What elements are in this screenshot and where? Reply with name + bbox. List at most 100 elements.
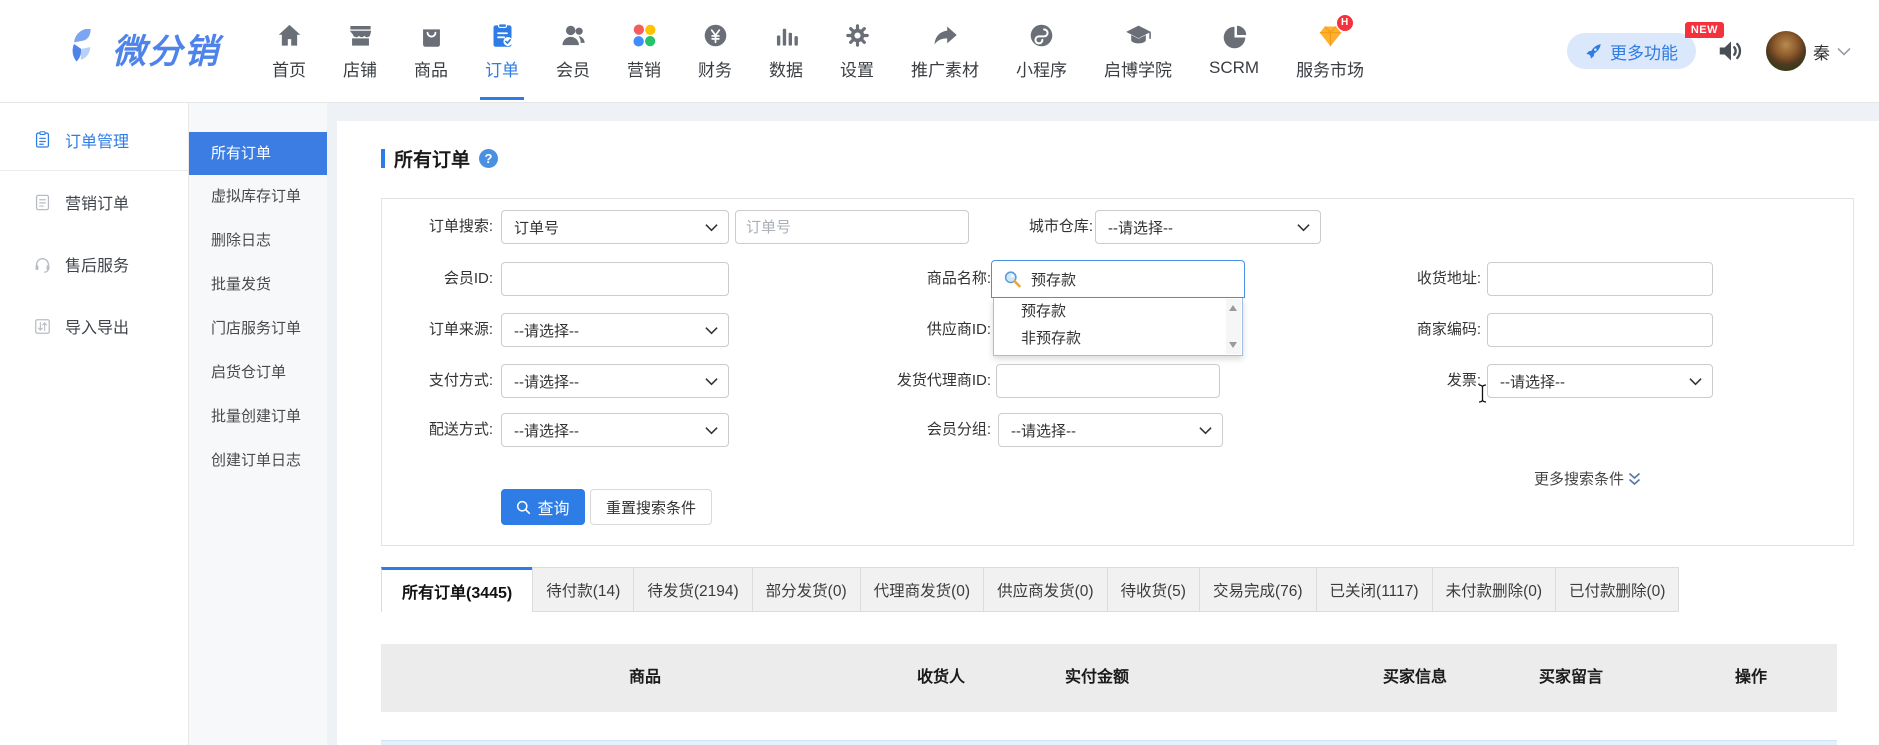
city-warehouse-select[interactable]: --请选择-- (1095, 210, 1321, 244)
col-paid-amount: 实付金额 (1065, 644, 1129, 712)
sidebar-item-import-export[interactable]: 导入导出 (0, 295, 188, 357)
tab-all-orders[interactable]: 所有订单(3445) (381, 567, 533, 612)
dropdown-option[interactable]: 预存款 (994, 298, 1242, 325)
invoice-label: 发票: (1301, 364, 1481, 398)
announcement-speaker-icon[interactable] (1716, 36, 1746, 66)
hot-badge: H (1337, 15, 1353, 31)
nav-item-promo-material[interactable]: 推广素材 (897, 0, 993, 102)
sidebar-item-after-sales[interactable]: 售后服务 (0, 233, 188, 295)
submenu-item-create-order-log[interactable]: 创建订单日志 (189, 439, 327, 483)
nav-item-finance[interactable]: 财务 (684, 0, 746, 102)
import-export-icon (33, 317, 52, 336)
chevron-down-icon (705, 426, 718, 435)
merchant-code-label: 商家编码: (1301, 313, 1481, 347)
member-group-select[interactable]: --请选择-- (998, 413, 1223, 447)
order-row-top-strip (381, 740, 1837, 745)
top-navigation-bar: 微分销 首页 店铺 商品 订单 会员 (0, 0, 1879, 103)
search-icon (516, 500, 531, 515)
home-icon (276, 22, 303, 49)
nav-item-members[interactable]: 会员 (542, 0, 604, 102)
rocket-icon (1585, 43, 1602, 60)
nav-item-service-market[interactable]: H 服务市场 (1282, 0, 1378, 102)
order-source-label: 订单来源: (382, 313, 493, 347)
submenu-item-qibo-warehouse-orders[interactable]: 启货仓订单 (189, 351, 327, 395)
tab-pending-shipment[interactable]: 待发货(2194) (633, 567, 752, 612)
order-clipboard-icon (489, 22, 516, 49)
reset-search-button[interactable]: 重置搜索条件 (590, 489, 712, 525)
nav-item-scrm[interactable]: SCRM (1195, 0, 1273, 102)
order-source-select[interactable]: --请选择-- (501, 313, 729, 347)
submenu-item-virtual-stock-orders[interactable]: 虚拟库存订单 (189, 175, 327, 219)
magnifier-icon (1002, 269, 1022, 289)
user-menu[interactable]: 秦 (1766, 31, 1851, 71)
scroll-down-arrow[interactable] (1229, 342, 1237, 348)
finance-yuan-icon (702, 22, 729, 49)
invoice-select[interactable]: --请选择-- (1487, 364, 1713, 398)
member-group-label: 会员分组: (801, 413, 991, 447)
ship-agent-id-label: 发货代理商ID: (801, 364, 991, 398)
chevron-down-icon (1199, 426, 1212, 435)
tab-unpaid-deleted[interactable]: 未付款删除(0) (1432, 567, 1556, 612)
delivery-method-select[interactable]: --请选择-- (501, 413, 729, 447)
new-badge: NEW (1685, 22, 1724, 38)
pay-method-select[interactable]: --请选择-- (501, 364, 729, 398)
nav-item-home[interactable]: 首页 (258, 0, 320, 102)
text-cursor (1476, 383, 1489, 409)
more-features-button[interactable]: 更多功能 NEW (1567, 33, 1696, 69)
tab-closed[interactable]: 已关闭(1117) (1316, 567, 1433, 612)
title-accent-bar (381, 149, 385, 168)
query-button[interactable]: 查询 (501, 489, 585, 525)
submenu-item-delete-log[interactable]: 删除日志 (189, 219, 327, 263)
receiver-address-label: 收货地址: (1301, 262, 1481, 296)
order-no-input[interactable] (735, 210, 969, 244)
dropdown-scrollbar[interactable] (1226, 299, 1241, 354)
document-icon (33, 193, 52, 212)
scroll-up-arrow[interactable] (1229, 305, 1237, 311)
nav-item-orders[interactable]: 订单 (471, 0, 533, 102)
order-submenu: 所有订单 虚拟库存订单 删除日志 批量发货 门店服务订单 启货仓订单 批量创建订… (189, 103, 327, 745)
delivery-method-label: 配送方式: (382, 413, 493, 447)
nav-item-products[interactable]: 商品 (400, 0, 462, 102)
col-actions: 操作 (1735, 644, 1767, 712)
submenu-item-batch-shipping[interactable]: 批量发货 (189, 263, 327, 307)
tab-supplier-shipment[interactable]: 供应商发货(0) (983, 567, 1107, 612)
submenu-item-batch-create-orders[interactable]: 批量创建订单 (189, 395, 327, 439)
logo-text: 微分销 (112, 24, 220, 73)
tab-completed[interactable]: 交易完成(76) (1199, 567, 1317, 612)
dropdown-option[interactable]: 非预存款 (994, 325, 1242, 352)
more-search-conditions-link[interactable]: 更多搜索条件 (1534, 468, 1641, 489)
submenu-item-all-orders[interactable]: 所有订单 (189, 132, 327, 175)
help-icon[interactable]: ? (479, 149, 498, 168)
nav-item-settings[interactable]: 设置 (826, 0, 888, 102)
member-id-input[interactable] (501, 262, 729, 296)
nav-item-mini-program[interactable]: 小程序 (1002, 0, 1081, 102)
merchant-code-input[interactable] (1487, 313, 1713, 347)
page-title: 所有订单 ? (381, 146, 498, 170)
tab-partial-shipment[interactable]: 部分发货(0) (752, 567, 861, 612)
sidebar: 订单管理 营销订单 售后服务 导入导出 (0, 103, 189, 745)
marketing-icon (631, 22, 658, 49)
order-search-type-select[interactable]: 订单号 (501, 210, 729, 244)
chevron-down-icon (705, 377, 718, 386)
receiver-address-input[interactable] (1487, 262, 1713, 296)
ship-agent-id-input[interactable] (996, 364, 1220, 398)
sidebar-item-order-management[interactable]: 订单管理 (0, 109, 188, 171)
tab-paid-deleted[interactable]: 已付款删除(0) (1555, 567, 1679, 612)
brand-logo[interactable]: 微分销 (64, 24, 220, 73)
share-arrow-icon (932, 22, 959, 49)
nav-item-marketing[interactable]: 营销 (613, 0, 675, 102)
nav-item-academy[interactable]: 启博学院 (1090, 0, 1186, 102)
member-id-label: 会员ID: (382, 262, 493, 296)
submenu-item-store-service-orders[interactable]: 门店服务订单 (189, 307, 327, 351)
tab-pending-receipt[interactable]: 待收货(5) (1107, 567, 1200, 612)
shopping-bag-icon (418, 22, 445, 49)
product-name-combobox[interactable]: 预存款 (991, 260, 1245, 298)
tab-agent-shipment[interactable]: 代理商发货(0) (860, 567, 984, 612)
sidebar-item-marketing-orders[interactable]: 营销订单 (0, 171, 188, 233)
nav-item-shop[interactable]: 店铺 (329, 0, 391, 102)
double-chevron-down-icon (1628, 472, 1641, 486)
tab-pending-payment[interactable]: 待付款(14) (532, 567, 634, 612)
mini-program-icon (1028, 22, 1055, 49)
nav-item-data[interactable]: 数据 (755, 0, 817, 102)
col-receiver: 收货人 (917, 644, 965, 712)
